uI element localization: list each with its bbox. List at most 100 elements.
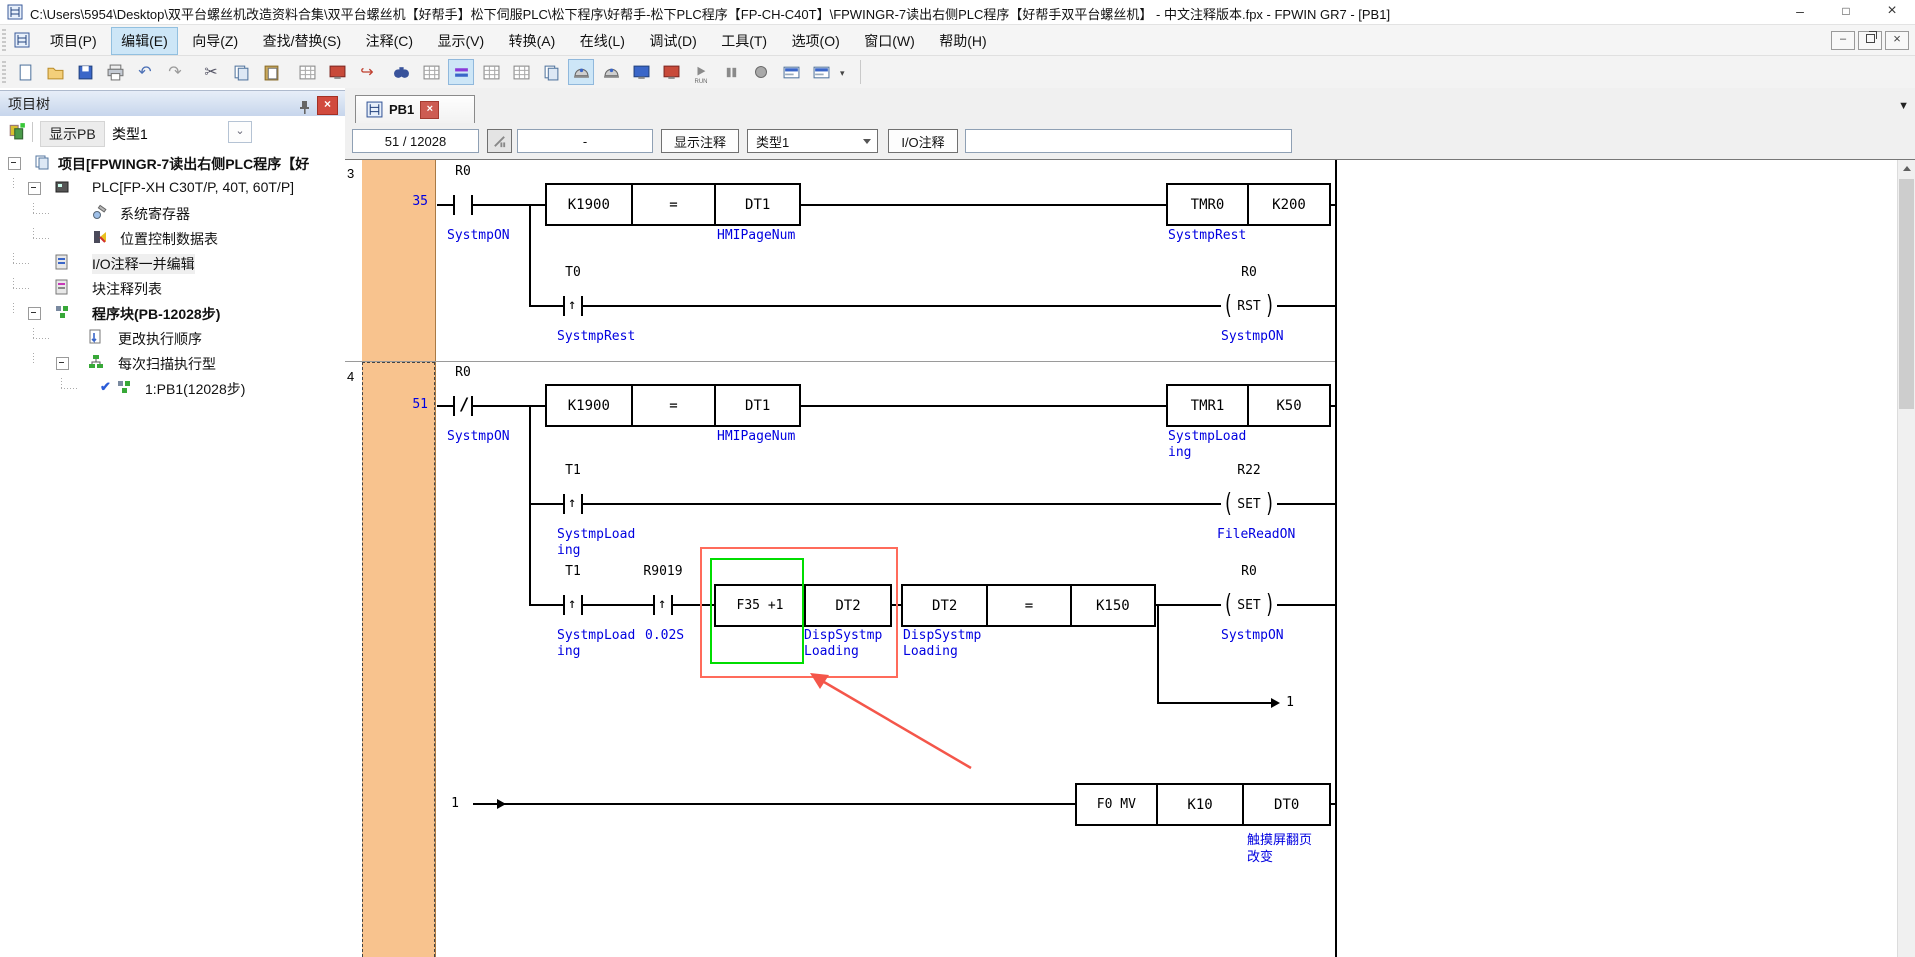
monitor-stop-icon[interactable] (658, 59, 684, 85)
menu-window[interactable]: 窗口(W) (854, 27, 925, 55)
menu-find-replace[interactable]: 查找/替换(S) (253, 27, 352, 55)
new-pb-icon[interactable] (8, 122, 26, 145)
online-edit-icon[interactable] (568, 59, 594, 85)
jump-arrow-icon (497, 799, 506, 809)
compare-block[interactable]: DT2 = K150 (901, 584, 1156, 627)
delete-row-icon[interactable] (324, 59, 350, 85)
window-list-icon[interactable]: ▼ (1898, 100, 1909, 112)
monitor-start-icon[interactable] (628, 59, 654, 85)
collapse-icon[interactable] (8, 157, 21, 170)
tree-item-scan-type[interactable]: 每次扫描执行型 (0, 352, 345, 374)
set-coil-r22[interactable]: SET (1221, 492, 1277, 516)
tree-item-program-blocks[interactable]: 程序块(PB-12028步) (0, 302, 345, 324)
set-coil-r0[interactable]: SET (1221, 593, 1277, 617)
new-icon[interactable] (12, 59, 38, 85)
block-comment-icon[interactable] (508, 59, 534, 85)
tree-item-system-registers[interactable]: 系统寄存器 (0, 202, 345, 224)
menu-edit[interactable]: 编辑(E) (111, 27, 178, 55)
status-display-icon[interactable] (778, 59, 804, 85)
contact-r0[interactable] (453, 195, 473, 215)
ladder-symbol-button[interactable] (487, 129, 512, 153)
step-position-field[interactable]: 51 / 12028 (352, 129, 479, 153)
jump-out-icon[interactable]: ↪ (354, 59, 380, 85)
menu-debug[interactable]: 调试(D) (639, 27, 706, 55)
menu-online[interactable]: 在线(L) (570, 27, 635, 55)
tree-item-position-control[interactable]: 位置控制数据表 (0, 227, 345, 249)
io-comment-icon (54, 254, 70, 270)
run-mode-icon[interactable]: RUN (688, 59, 714, 85)
stop-icon[interactable] (748, 59, 774, 85)
timer-block[interactable]: TMR1 K50 (1166, 384, 1331, 427)
menu-tools[interactable]: 工具(T) (711, 27, 777, 55)
device-entry-field[interactable]: - (517, 129, 653, 153)
minimize-button[interactable]: – (1777, 0, 1823, 24)
save-icon[interactable] (72, 59, 98, 85)
menu-comment[interactable]: 注释(C) (356, 27, 423, 55)
tab-pb1[interactable]: PB1 × (355, 95, 475, 123)
paste-icon[interactable] (258, 59, 284, 85)
close-button[interactable]: × (1869, 0, 1915, 24)
io-comment-field[interactable] (965, 129, 1292, 153)
pin-icon[interactable] (296, 97, 312, 113)
contact-t1[interactable] (563, 595, 583, 615)
contact-r0-nc[interactable] (453, 396, 473, 416)
menu-view[interactable]: 显示(V) (428, 27, 495, 55)
comment-display-icon[interactable] (448, 59, 474, 85)
toolbar-more-icon[interactable]: ▾ (840, 68, 845, 79)
tree-item-io-comment[interactable]: I/O注释一并编辑 (0, 252, 345, 274)
mdi-child-icon[interactable] (14, 32, 30, 48)
panel-close-icon[interactable]: × (317, 96, 338, 115)
menu-project[interactable]: 项目(P) (40, 27, 107, 55)
menu-wizard[interactable]: 向导(Z) (182, 27, 248, 55)
tree-item-project[interactable]: 项目[FPWINGR-7读出右侧PLC程序【好 (0, 152, 345, 174)
tree-item-block-comment-list[interactable]: 块注释列表 (0, 277, 345, 299)
scroll-up-icon[interactable] (1898, 160, 1915, 177)
io-comment-button[interactable]: I/O注释 (888, 129, 958, 153)
type-dropdown[interactable]: ⌄ (228, 121, 252, 143)
tab-close-icon[interactable]: × (420, 101, 439, 119)
print-icon[interactable] (102, 59, 128, 85)
show-comment-button[interactable]: 显示注释 (661, 129, 739, 153)
tree-item-change-order[interactable]: 更改执行顺序 (0, 327, 345, 349)
menu-convert[interactable]: 转换(A) (499, 27, 566, 55)
mdi-minimize-button[interactable]: – (1831, 31, 1855, 50)
scrollbar-thumb[interactable] (1899, 179, 1914, 409)
show-pb-button[interactable]: 显示PB (40, 121, 105, 147)
redo-icon[interactable]: ↷ (162, 59, 188, 85)
rung3-margin-cell[interactable] (362, 160, 436, 361)
cut-icon[interactable]: ✂ (198, 59, 224, 85)
pb1-icon (116, 379, 132, 395)
mdi-close-button[interactable]: × (1885, 31, 1909, 50)
function-bar-icon[interactable] (808, 59, 834, 85)
comment-type-select[interactable]: 类型1 (747, 129, 878, 153)
ladder-edit-icon[interactable] (418, 59, 444, 85)
copy-icon[interactable] (228, 59, 254, 85)
vertical-scrollbar[interactable] (1897, 160, 1915, 957)
compare-block[interactable]: K1900 = DT1 (545, 183, 801, 226)
rst-coil[interactable]: RST (1221, 294, 1277, 318)
contact-r9019[interactable] (653, 595, 673, 615)
find-icon[interactable] (388, 59, 414, 85)
open-icon[interactable] (42, 59, 68, 85)
compare-block[interactable]: K1900 = DT1 (545, 384, 801, 427)
collapse-icon[interactable] (56, 357, 69, 370)
pause-icon[interactable] (718, 59, 744, 85)
convert-icon[interactable] (538, 59, 564, 85)
contact-t1[interactable] (563, 494, 583, 514)
word-comment-icon[interactable] (478, 59, 504, 85)
device-comment: SystmpLoad (1168, 429, 1246, 444)
contact-t0[interactable] (563, 296, 583, 316)
f0-move-block[interactable]: F0 MV K10 DT0 (1075, 783, 1331, 826)
menu-options[interactable]: 选项(O) (782, 27, 850, 55)
offline-edit-icon[interactable] (598, 59, 624, 85)
tree-item-plc[interactable]: PLC[FP-XH C30T/P, 40T, 60T/P] (0, 177, 345, 199)
mdi-restore-button[interactable] (1858, 31, 1882, 50)
timer-block[interactable]: TMR0 K200 (1166, 183, 1331, 226)
undo-icon[interactable]: ↶ (132, 59, 158, 85)
collapse-icon[interactable] (28, 182, 41, 195)
insert-row-icon[interactable] (294, 59, 320, 85)
menu-help[interactable]: 帮助(H) (929, 27, 996, 55)
collapse-icon[interactable] (28, 307, 41, 320)
tree-item-pb1[interactable]: ✔ 1:PB1(12028步) (0, 377, 345, 399)
maximize-button[interactable]: □ (1823, 0, 1869, 24)
